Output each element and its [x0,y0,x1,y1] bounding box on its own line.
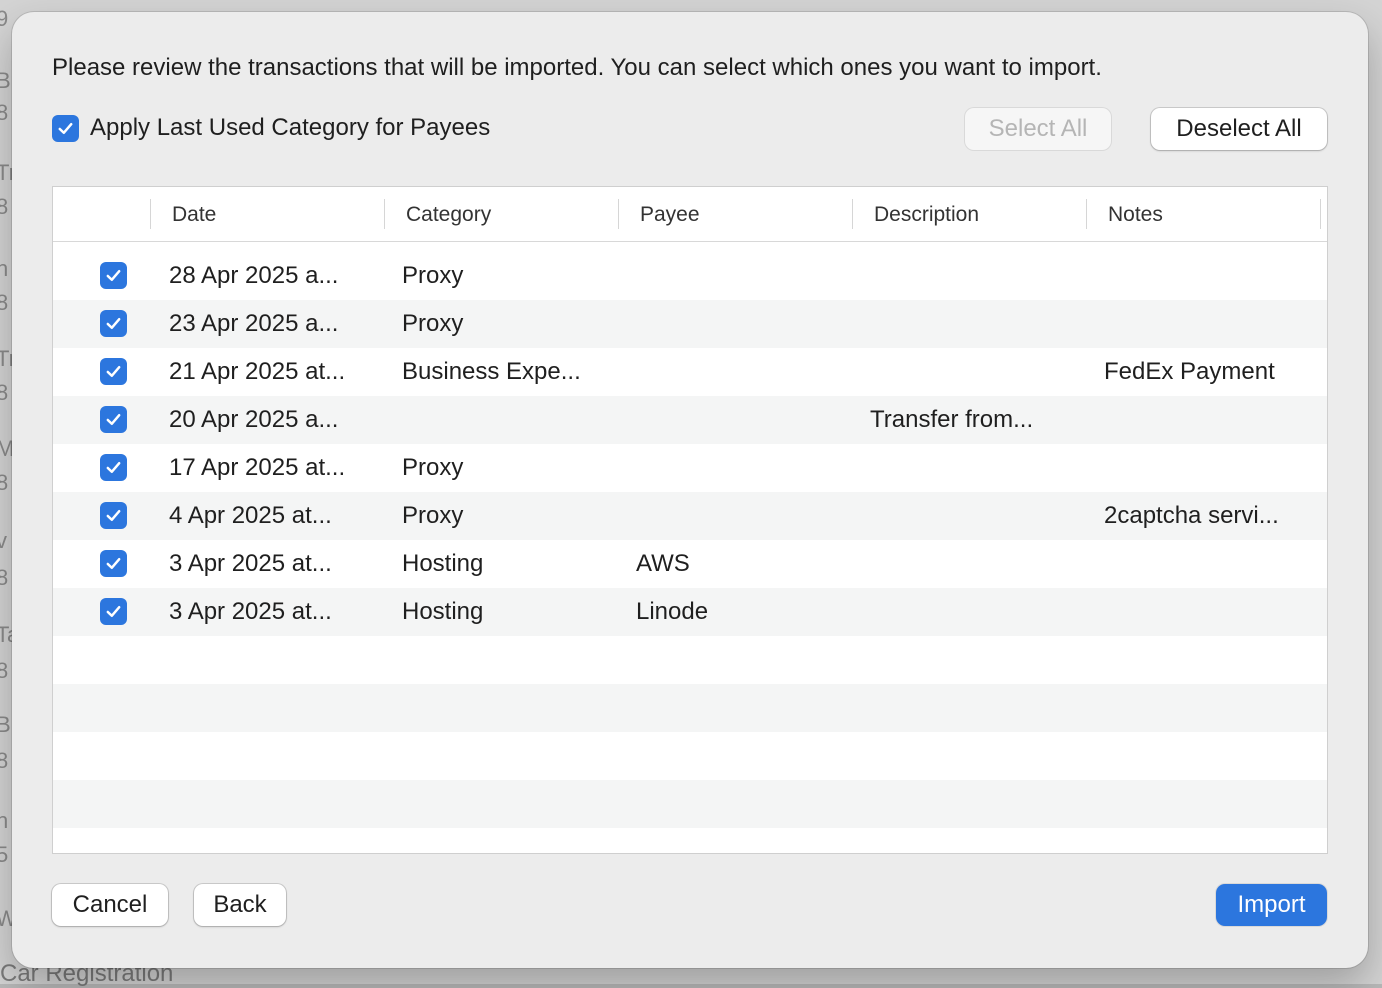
checkmark-icon [106,605,121,618]
column-separator [150,199,151,229]
import-button[interactable]: Import [1216,884,1327,926]
transactions-table: Date Category Payee Description Notes 28… [52,186,1328,854]
background-sidebar-fragment: 8 [0,565,9,590]
row-checkbox[interactable] [100,262,127,289]
table-row[interactable]: 3 Apr 2025 at... Hosting Linode [53,588,1327,636]
checkmark-icon [106,509,121,522]
row-checkbox[interactable] [100,502,127,529]
empty-table-row [53,684,1327,732]
background-sidebar-fragment: 8 [0,658,9,683]
empty-table-row [53,732,1327,780]
cell-date: 20 Apr 2025 a... [169,406,339,433]
background-sidebar-fragment: 8 [0,100,9,125]
cell-category: Proxy [402,262,464,289]
table-row[interactable]: 17 Apr 2025 at... Proxy [53,444,1327,492]
select-all-button[interactable]: Select All [965,108,1111,150]
background-sidebar-fragment: 8 [0,748,9,773]
apply-last-category-checkbox[interactable] [52,114,79,142]
row-checkbox[interactable] [100,550,127,577]
column-header-category[interactable]: Category [406,187,491,242]
column-header-notes[interactable]: Notes [1108,187,1163,242]
column-header-payee[interactable]: Payee [640,187,700,242]
dialog-instructions: Please review the transactions that will… [52,54,1102,81]
background-sidebar-fragment: v [0,528,7,553]
table-row[interactable]: 4 Apr 2025 at... Proxy 2captcha servi... [53,492,1327,540]
row-checkbox[interactable] [100,310,127,337]
checkmark-icon [106,317,121,330]
column-header-description[interactable]: Description [874,187,979,242]
checkmark-icon [58,122,73,134]
checkmark-icon [106,461,121,474]
empty-table-row [53,636,1327,684]
column-separator [618,199,619,229]
cell-date: 3 Apr 2025 at... [169,550,332,577]
background-sidebar-fragment: 8 [0,290,9,315]
cell-payee: Linode [636,598,709,625]
column-separator [852,199,853,229]
deselect-all-button[interactable]: Deselect All [1151,108,1327,150]
cell-category: Proxy [402,310,464,337]
cell-date: 23 Apr 2025 a... [169,310,339,337]
cancel-button[interactable]: Cancel [52,884,168,926]
empty-table-row [53,828,1327,853]
cell-date: 4 Apr 2025 at... [169,502,332,529]
cell-payee: AWS [636,550,690,577]
row-checkbox[interactable] [100,598,127,625]
row-checkbox[interactable] [100,406,127,433]
cell-category: Business Expe... [402,358,581,385]
cell-notes: 2captcha servi... [1104,502,1279,529]
table-row[interactable]: 20 Apr 2025 a... Transfer from... [53,396,1327,444]
checkmark-icon [106,269,121,282]
column-separator [1320,199,1321,229]
background-sidebar-fragment: 5 [0,842,9,867]
cell-date: 21 Apr 2025 at... [169,358,346,385]
background-sidebar-fragment: n [0,808,9,833]
background-sidebar-fragment: 9 [0,6,9,31]
row-checkbox[interactable] [100,358,127,385]
column-separator [1086,199,1087,229]
checkmark-icon [106,365,121,378]
checkmark-icon [106,557,121,570]
table-row[interactable]: 3 Apr 2025 at... Hosting AWS [53,540,1327,588]
cell-description: Transfer from... [870,406,1034,433]
background-sidebar-fragment: 8 [0,194,9,219]
cell-category: Proxy [402,502,464,529]
table-row[interactable]: 28 Apr 2025 a... Proxy [53,252,1327,300]
background-sidebar-fragment: 8 [0,470,9,495]
cell-category: Hosting [402,598,484,625]
background-sidebar-fragment: 8 [0,380,9,405]
row-checkbox[interactable] [100,454,127,481]
apply-last-category-label: Apply Last Used Category for Payees [90,114,491,141]
table-header: Date Category Payee Description Notes [53,187,1327,242]
column-separator [384,199,385,229]
background-sidebar-fragment: n [0,256,9,281]
checkmark-icon [106,413,121,426]
import-review-dialog: Please review the transactions that will… [12,12,1368,968]
cell-category: Hosting [402,550,484,577]
cell-date: 28 Apr 2025 a... [169,262,339,289]
empty-table-row [53,780,1327,828]
apply-last-category-option[interactable]: Apply Last Used Category for Payees [52,114,490,142]
cell-category: Proxy [402,454,464,481]
cell-date: 17 Apr 2025 at... [169,454,346,481]
column-header-date[interactable]: Date [172,187,216,242]
table-row[interactable]: 21 Apr 2025 at... Business Expe... FedEx P… [53,348,1327,396]
cell-date: 3 Apr 2025 at... [169,598,332,625]
cell-notes: FedEx Payment [1104,358,1275,385]
table-row[interactable]: 23 Apr 2025 a... Proxy [53,300,1327,348]
back-button[interactable]: Back [194,884,286,926]
